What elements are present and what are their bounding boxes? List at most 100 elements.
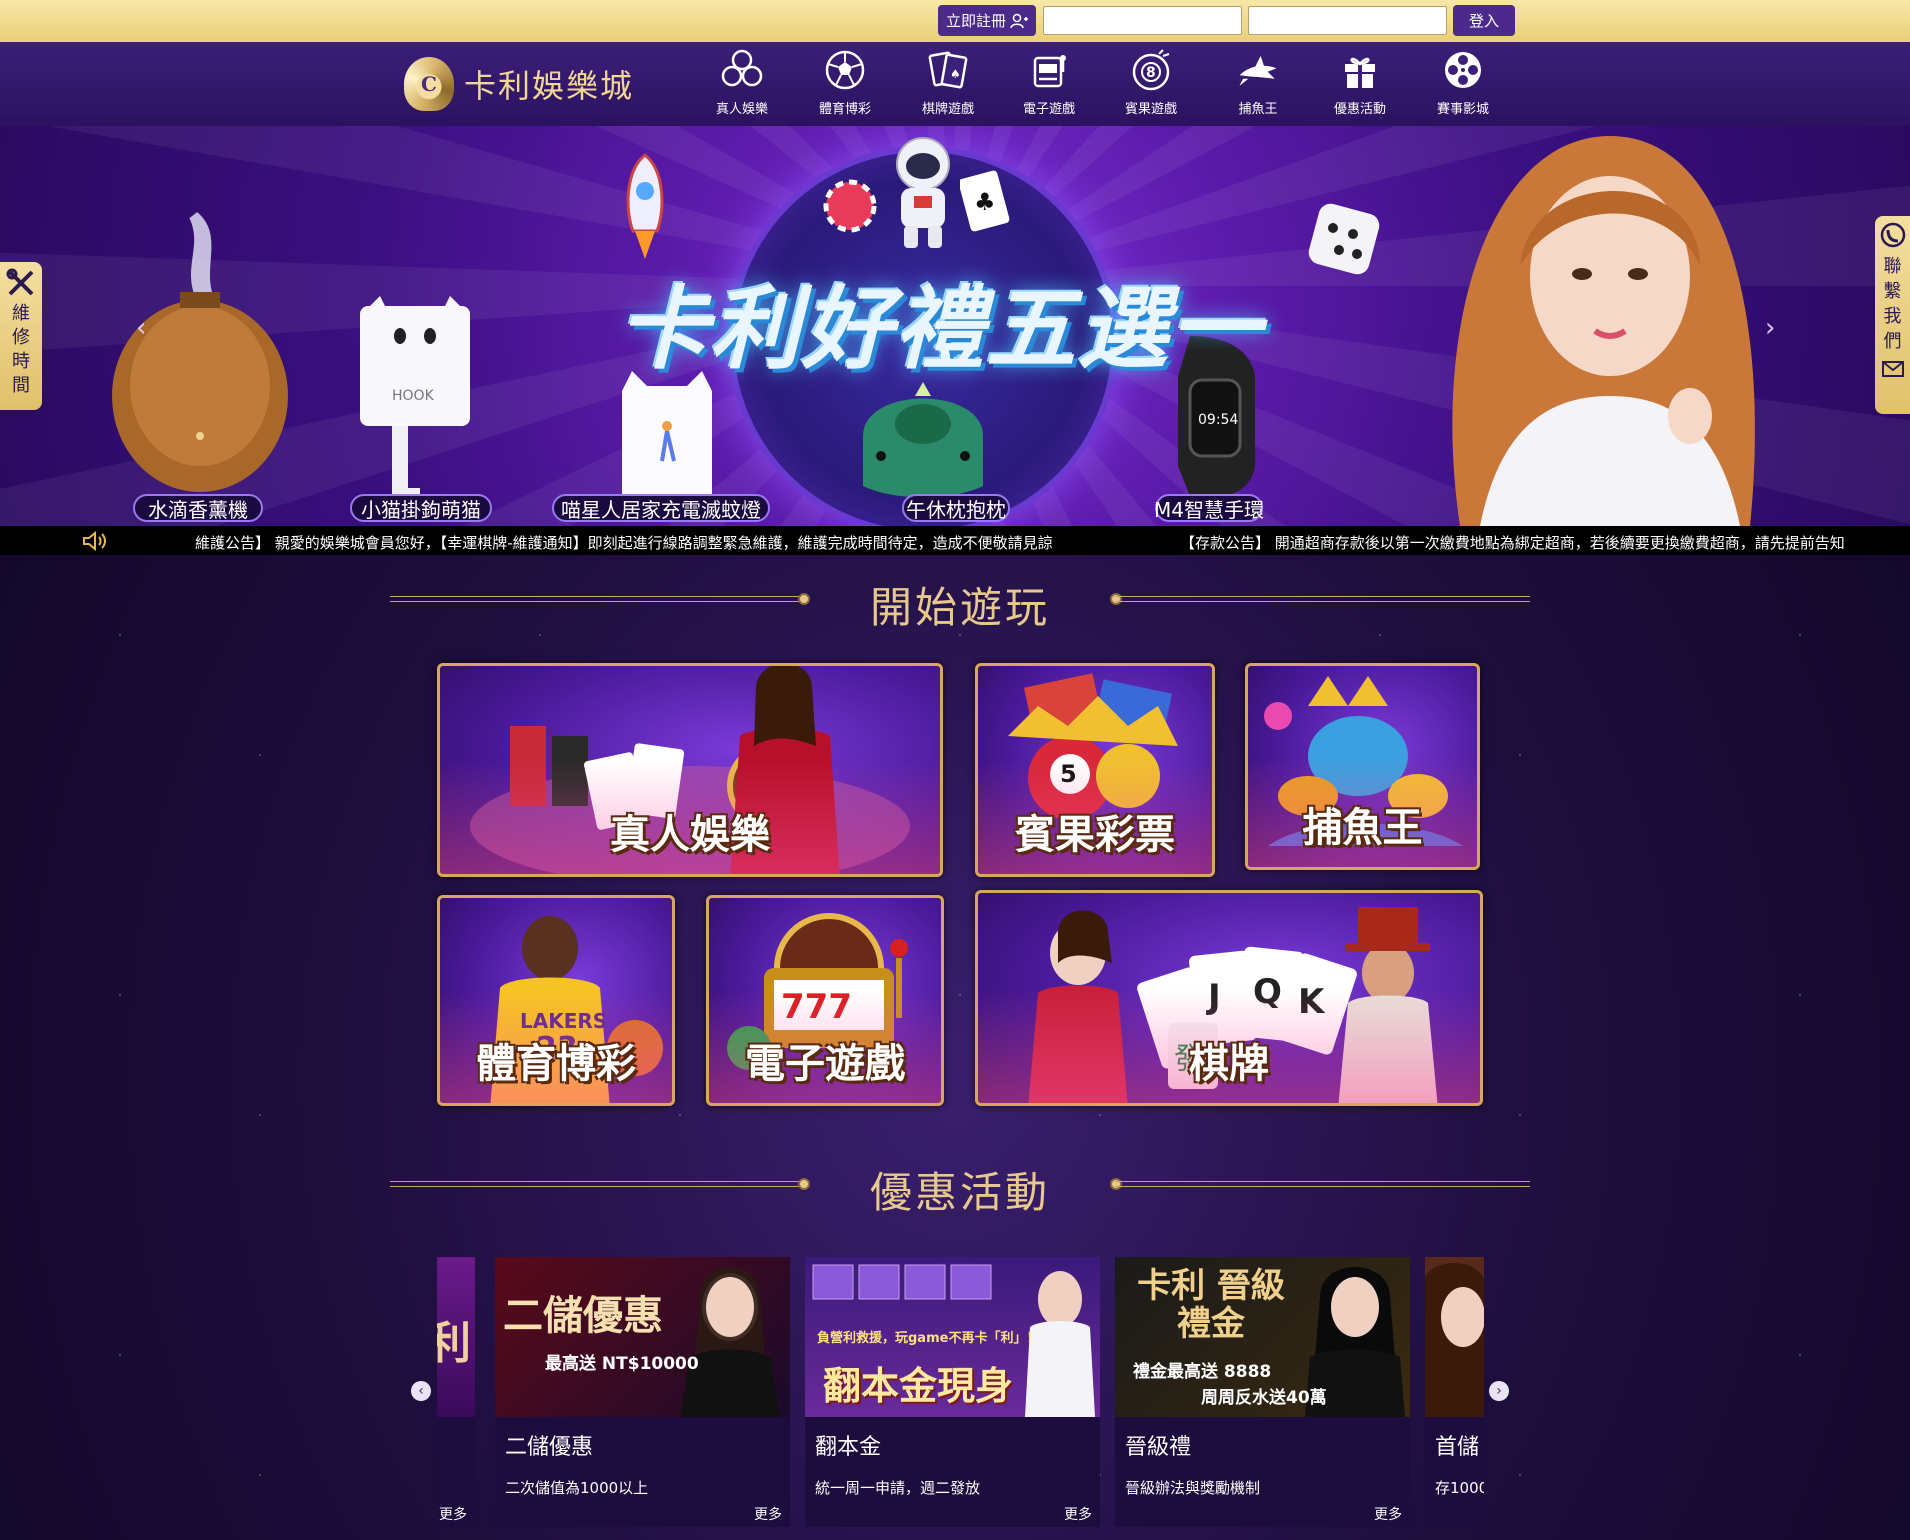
- logo-text: 卡利娛樂城: [464, 67, 635, 105]
- divider-line: [390, 596, 805, 602]
- promo-model-art: [680, 1267, 780, 1417]
- login-button[interactable]: 登入: [1453, 5, 1515, 36]
- speaker-icon: [83, 530, 106, 552]
- banner-prev-arrow[interactable]: ‹: [136, 313, 166, 343]
- nav-label: 體育博彩: [818, 102, 871, 117]
- mosquito-lamp-image: [622, 371, 712, 499]
- promo-image: [1425, 1257, 1484, 1417]
- divider-line: [1115, 1181, 1530, 1187]
- promo-title: 首儲: [1435, 1435, 1480, 1460]
- notice-deposit: 【存款公告】 開通超商存款後以第一次繳費地點為綁定超商，若後續要更換繳費超商，請…: [1180, 534, 1845, 552]
- nap-pillow-image: [863, 382, 983, 498]
- section-header-play: 開始遊玩: [390, 574, 1530, 632]
- promo-title: 翻本金: [815, 1435, 882, 1460]
- promo-image: 二儲優惠 最高送 NT$10000: [495, 1257, 790, 1417]
- bingo-ball-icon: 8: [1129, 48, 1173, 92]
- nav-label: 電子遊戲: [1022, 102, 1075, 117]
- soccer-ball-icon: [823, 48, 867, 92]
- nav-item-sports[interactable]: 體育博彩: [795, 48, 895, 124]
- game-tile-slots[interactable]: 777 電子遊戲: [706, 895, 944, 1106]
- promo-image: 負營利救援，玩game不再卡「利」！ 翻本金現身: [805, 1257, 1100, 1417]
- wrench-icon: [6, 268, 34, 296]
- hero-banner[interactable]: ♣ HOOK 09:54 卡利好禮五選一 ‹ › 水滴香薰機 小猫掛鉤萌猫 喵星…: [0, 126, 1910, 526]
- game-tile-label: 真人娛樂: [610, 811, 770, 858]
- promo-more-link[interactable]: 更多: [1374, 1504, 1402, 1524]
- site-logo[interactable]: C 卡利娛樂城: [404, 54, 664, 114]
- nav-item-promotions[interactable]: 優惠活動: [1310, 48, 1410, 124]
- maintenance-tab[interactable]: 維修時間: [0, 262, 42, 410]
- register-label: 立即註冊: [945, 12, 1006, 30]
- game-tile-live-casino[interactable]: 真人娛樂: [437, 663, 943, 877]
- nav-item-bingo[interactable]: 8 賓果遊戲: [1101, 48, 1201, 124]
- account-input[interactable]: [1043, 6, 1242, 35]
- game-tile-label: 棋牌: [1189, 1040, 1269, 1087]
- promo-banner-title: 翻本金現身: [823, 1364, 1014, 1408]
- nav-item-slots[interactable]: 電子遊戲: [999, 48, 1099, 124]
- banner-title: 卡利好禮五選一: [618, 277, 1262, 382]
- register-button[interactable]: 立即註冊: [938, 5, 1036, 36]
- svg-text:09:54: 09:54: [1198, 412, 1238, 428]
- promo-carousel: 利 更多 二儲優惠 最高送 NT$10000 二儲優惠 二次儲值為1000以上 …: [437, 1257, 1484, 1527]
- cat-hook-image: HOOK: [360, 296, 470, 504]
- nav-label: 真人娛樂: [715, 102, 768, 117]
- promo-more-link[interactable]: 更多: [754, 1504, 782, 1524]
- chips-icon: [720, 48, 764, 92]
- promo-prev-button[interactable]: ‹: [411, 1381, 431, 1401]
- nav-label: 捕魚王: [1238, 102, 1278, 117]
- announcement-marquee[interactable]: 維護公告】 親愛的娛樂城會員您好，【幸運棋牌-維護通知】即刻起進行線路調整緊急維…: [0, 526, 1910, 555]
- svg-text:8: 8: [1146, 65, 1156, 81]
- svg-text:HOOK: HOOK: [392, 388, 435, 404]
- promo-card[interactable]: 首儲 存1000: [1425, 1257, 1484, 1527]
- divider-line: [390, 1181, 805, 1187]
- game-tile-label: 賓果彩票: [1015, 811, 1175, 858]
- poker-chip-icon: [823, 179, 877, 233]
- promo-banner-title: 卡利 晉級禮金: [1137, 1266, 1285, 1344]
- product-label: 小猫掛鉤萌猫: [350, 494, 492, 522]
- game-tile-fishing[interactable]: 捕魚王: [1245, 663, 1480, 870]
- promo-description: 存1000: [1435, 1479, 1484, 1497]
- main-nav: C 卡利娛樂城 真人娛樂 體育博彩 ♠ 棋牌遊戲 電子遊戲 8 賓果遊戲 捕魚王…: [0, 42, 1910, 126]
- contact-tab[interactable]: 聯繫我們: [1875, 216, 1910, 414]
- product-label: 午休枕抱枕: [902, 494, 1010, 522]
- promo-banner-title: 利: [437, 1318, 471, 1369]
- film-reel-icon: [1441, 48, 1485, 92]
- promo-more-link[interactable]: 更多: [1064, 1504, 1092, 1524]
- promo-next-button[interactable]: ›: [1489, 1381, 1509, 1401]
- add-user-icon: [1010, 13, 1028, 28]
- rocket-icon: [626, 153, 664, 259]
- promo-card[interactable]: 二儲優惠 最高送 NT$10000 二儲優惠 二次儲值為1000以上 更多: [495, 1257, 790, 1527]
- promo-more-link[interactable]: 更多: [439, 1504, 467, 1524]
- promo-banner-subtitle: 禮金最高送 8888: [1133, 1362, 1272, 1382]
- divider-line: [1115, 596, 1530, 602]
- mail-icon: [1881, 361, 1904, 377]
- game-tile-bingo-lottery[interactable]: 5 賓果彩票: [975, 663, 1215, 877]
- nav-item-card-games[interactable]: ♠ 棋牌遊戲: [898, 48, 998, 124]
- game-tile-card-games[interactable]: J Q K 發 棋牌: [975, 890, 1483, 1106]
- banner-next-arrow[interactable]: ›: [1765, 313, 1795, 343]
- section-title: 優惠活動: [869, 1168, 1050, 1217]
- phone-24h-icon: [1880, 222, 1905, 248]
- divider-dot: [798, 1178, 810, 1190]
- nav-item-live-casino[interactable]: 真人娛樂: [692, 48, 792, 124]
- promo-description: 晉級辦法與獎勵機制: [1125, 1479, 1261, 1497]
- promo-image: 卡利 晉級禮金 禮金最高送 8888 周周反水送40萬: [1115, 1257, 1410, 1417]
- product-label: 水滴香薰機: [133, 494, 263, 522]
- game-tile-sports[interactable]: LAKERS 23 體育博彩: [437, 895, 675, 1106]
- password-input[interactable]: [1248, 6, 1447, 35]
- promo-description: 二次儲值為1000以上: [505, 1479, 649, 1497]
- promo-card[interactable]: 負營利救援，玩game不再卡「利」！ 翻本金現身 翻本金 統一周一申請，週二發放…: [805, 1257, 1100, 1527]
- game-tile-label: 捕魚王: [1302, 804, 1423, 851]
- svg-text:♣: ♣: [974, 188, 996, 216]
- product-label: 喵星人居家充電滅蚊燈: [552, 494, 770, 522]
- nav-item-fishing[interactable]: 捕魚王: [1208, 48, 1308, 124]
- promo-card[interactable]: 利 更多: [437, 1257, 475, 1527]
- nav-label: 優惠活動: [1333, 102, 1386, 117]
- nav-label: 賓果遊戲: [1124, 102, 1177, 117]
- promo-card[interactable]: 卡利 晉級禮金 禮金最高送 8888 周周反水送40萬 晉級禮 晉級辦法與獎勵機…: [1115, 1257, 1410, 1527]
- nav-item-sports-cinema[interactable]: 賽事影城: [1413, 48, 1513, 124]
- section-header-promos: 優惠活動: [390, 1159, 1530, 1217]
- playing-cards-icon: ♠: [926, 48, 970, 92]
- promo-banner-subtitle-2: 周周反水送40萬: [1201, 1388, 1327, 1408]
- hostess-image: [1452, 136, 1755, 526]
- promo-title: 二儲優惠: [505, 1435, 594, 1460]
